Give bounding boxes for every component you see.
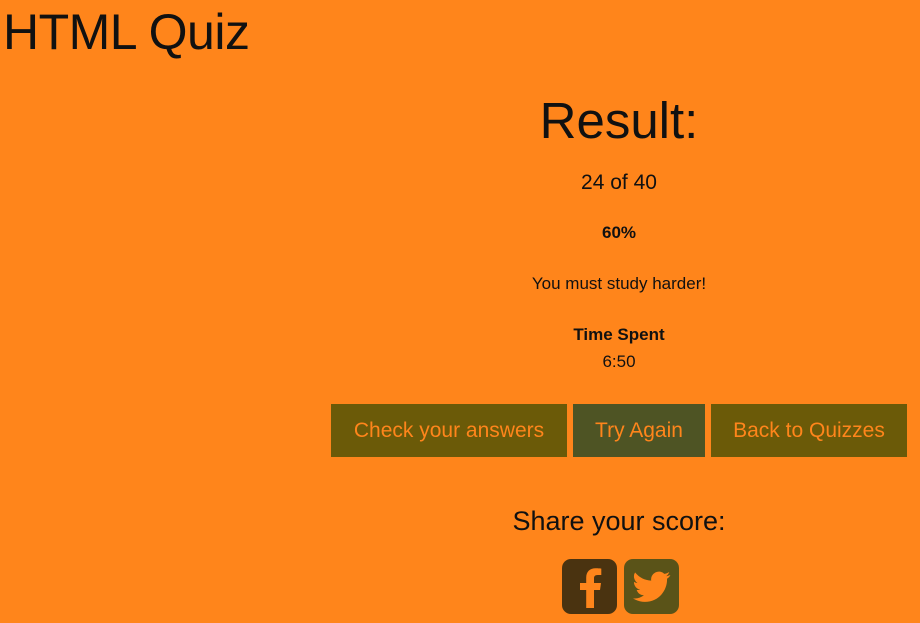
share-icons [562,559,679,614]
result-heading: Result: [539,92,699,149]
facebook-icon [579,567,601,608]
score-text: 24 of 40 [581,171,657,194]
time-spent-value: 6:50 [602,352,636,371]
result-message: You must study harder! [531,274,707,293]
try-again-button[interactable]: Try Again [573,404,705,457]
check-answers-button[interactable]: Check your answers [331,404,567,457]
page-title: HTML Quiz [3,4,250,60]
time-spent-label: Time Spent [573,325,665,344]
result-actions: Check your answers Try Again Back to Qui… [331,404,907,457]
twitter-share-button[interactable] [624,559,679,614]
percent-text: 60% [601,223,637,242]
share-heading: Share your score: [512,506,726,536]
quiz-result-page: HTML Quiz Result: 24 of 40 60% You must … [0,0,920,623]
facebook-share-button[interactable] [562,559,617,614]
twitter-icon [632,571,670,602]
result-panel: Result: 24 of 40 60% You must study hard… [318,90,920,373]
back-to-quizzes-button[interactable]: Back to Quizzes [711,404,907,457]
